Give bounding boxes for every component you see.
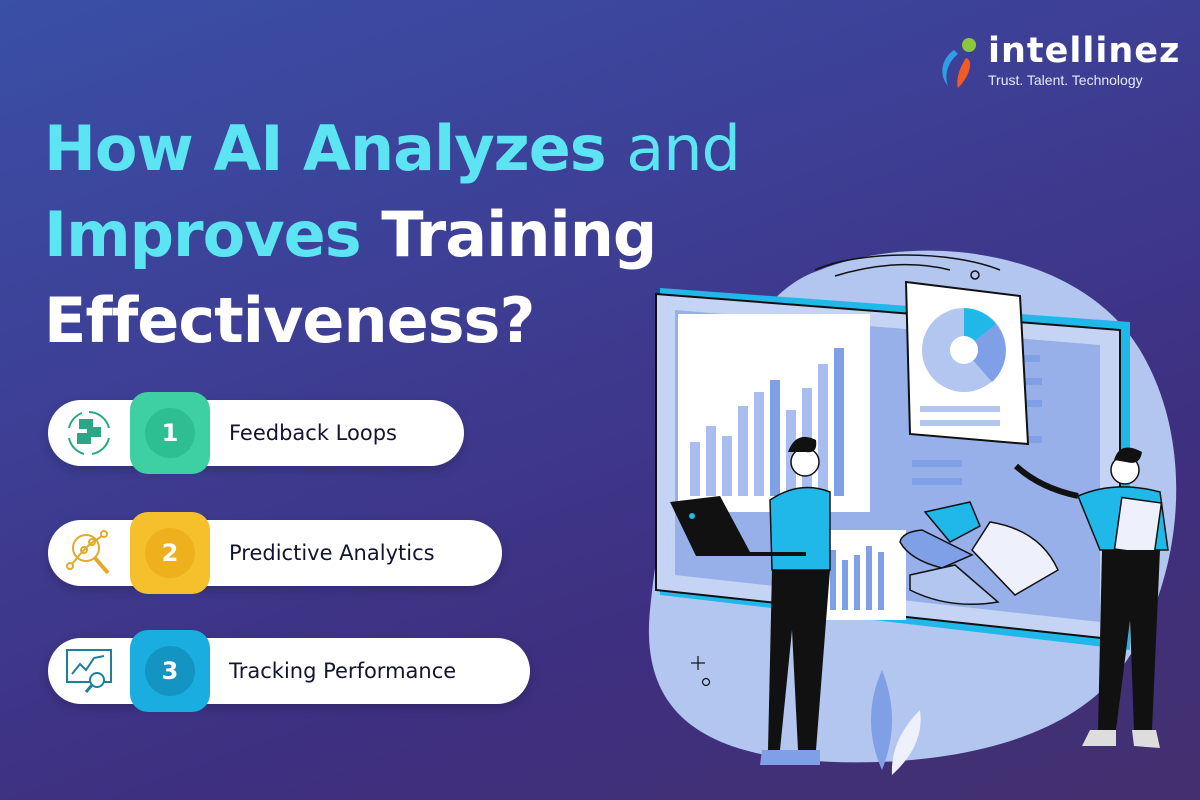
brand-tagline: Trust. Talent. Technology xyxy=(988,72,1143,88)
analytics-magnifier-icon xyxy=(66,530,110,575)
step-number-badge: 3 xyxy=(130,630,210,712)
item-label: Predictive Analytics xyxy=(229,541,435,565)
item-label: Feedback Loops xyxy=(229,421,397,445)
pie-chart-card xyxy=(904,280,1030,446)
list-item-feedback-loops: 1 Feedback Loops xyxy=(48,392,464,474)
step-number: 1 xyxy=(145,408,195,458)
step-number-badge: 1 xyxy=(130,392,210,474)
brand-logo: intellinez Trust. Talent. Technology xyxy=(936,30,1179,92)
step-number: 3 xyxy=(145,646,195,696)
performance-chart-icon xyxy=(66,649,112,693)
title-connector: and xyxy=(626,112,741,185)
analytics-illustration xyxy=(648,250,1177,775)
title-highlight-2: Improves xyxy=(44,198,362,271)
list-item-predictive-analytics: 2 Predictive Analytics xyxy=(48,512,502,594)
list-item-tracking-performance: 3 Tracking Performance xyxy=(48,630,530,712)
title-line-1: How AI Analyzes and xyxy=(44,106,741,192)
title-word-effectiveness: Effectiveness? xyxy=(44,284,535,357)
step-number: 2 xyxy=(145,528,195,578)
feedback-loop-icon xyxy=(68,411,110,455)
title-highlight-1: How AI Analyzes xyxy=(44,112,607,185)
dashboard-monitor xyxy=(655,288,1130,650)
title-word-training: Training xyxy=(381,198,657,271)
brand-name: intellinez xyxy=(988,31,1181,71)
item-label: Tracking Performance xyxy=(229,659,457,683)
intellinez-logo-icon xyxy=(942,38,976,88)
step-number-badge: 2 xyxy=(130,512,210,594)
